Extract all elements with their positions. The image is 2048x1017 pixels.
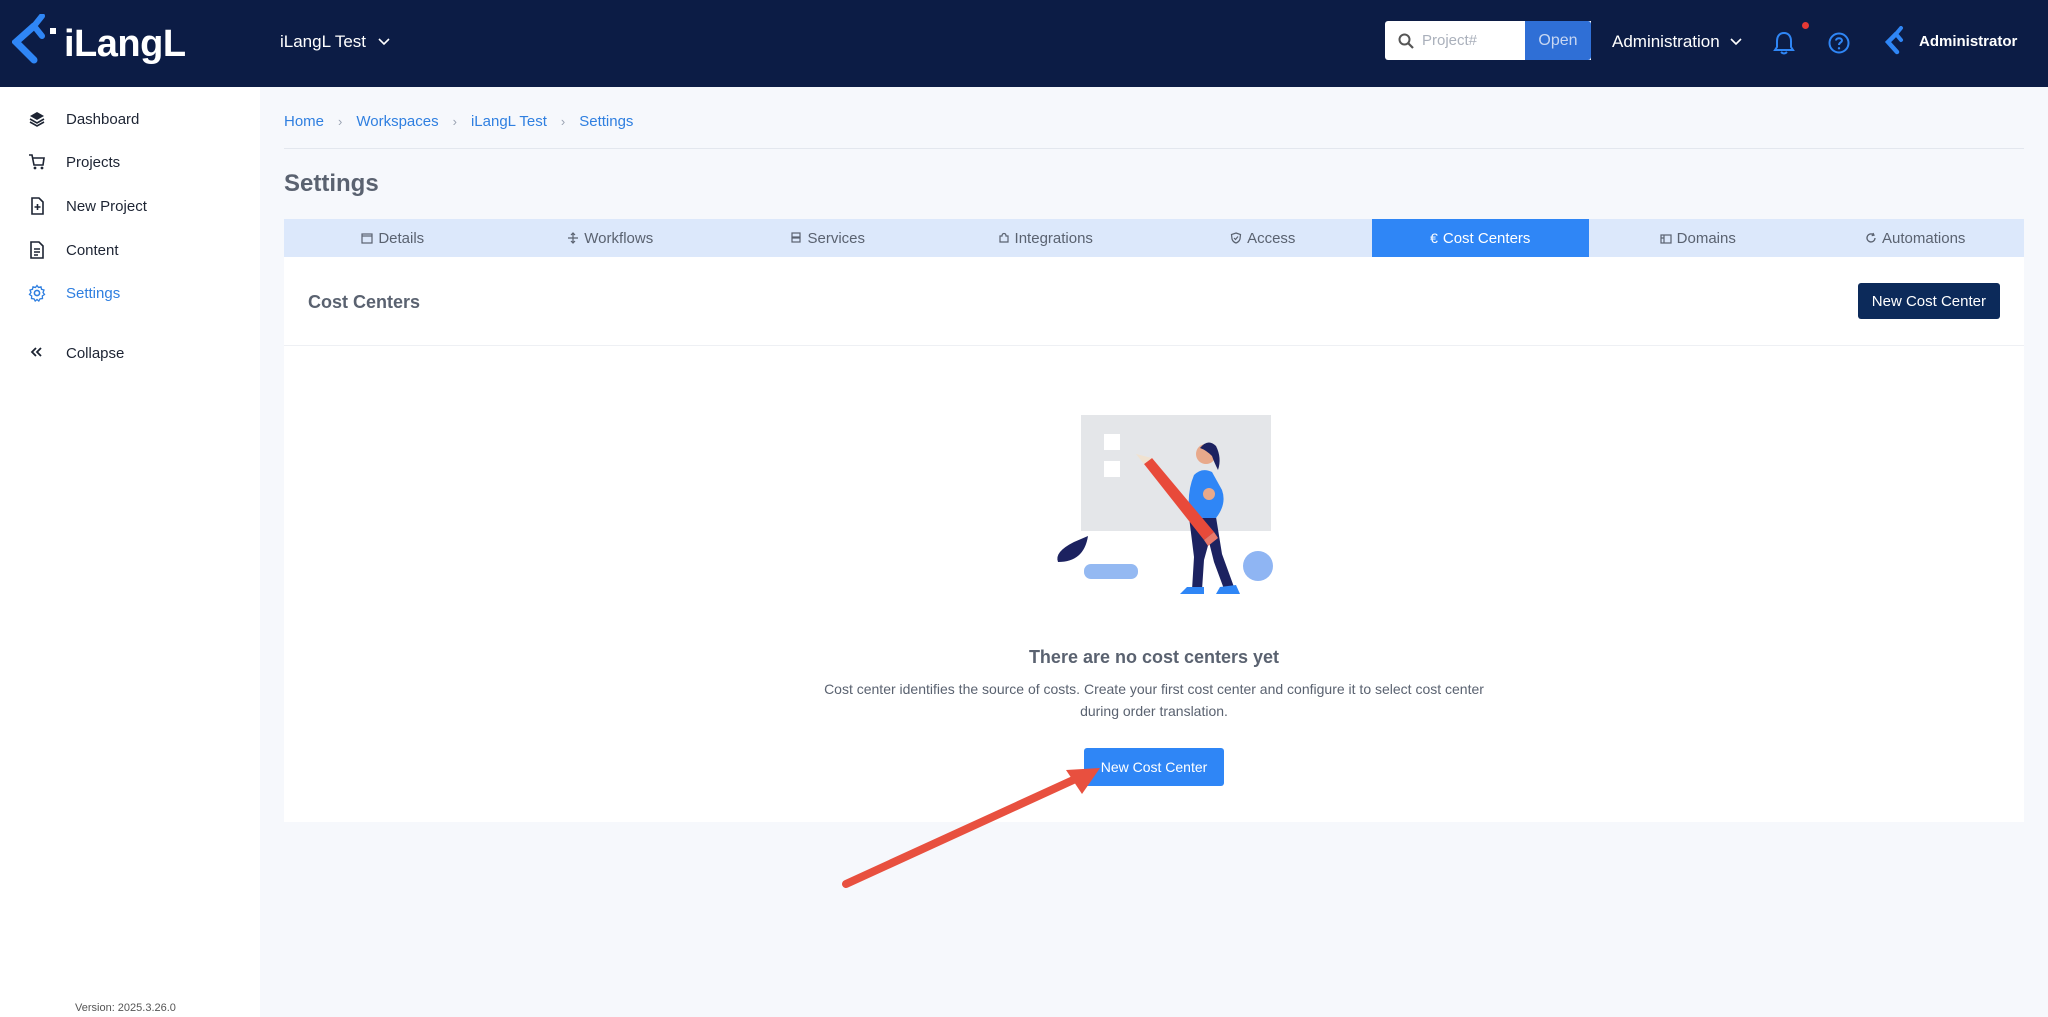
server-icon	[791, 232, 802, 243]
app-version: Version: 2025.3.26.0	[75, 1002, 176, 1014]
tab-integrations[interactable]: Integrations	[937, 219, 1155, 257]
breadcrumb: Home › Workspaces › iLangL Test › Settin…	[284, 113, 633, 130]
cost-centers-panel: Cost Centers New Cost Center There are n…	[284, 257, 2024, 822]
sidebar-item-projects[interactable]: Projects	[28, 153, 120, 171]
notification-badge	[1802, 22, 1809, 29]
sidebar-item-content[interactable]: Content	[28, 241, 119, 259]
sidebar-item-label: Settings	[66, 284, 121, 302]
sidebar-item-settings[interactable]: Settings	[28, 284, 120, 302]
tab-access[interactable]: Access	[1154, 219, 1372, 257]
avatar	[1885, 26, 1903, 55]
search-icon	[1398, 33, 1414, 49]
tab-label: Domains	[1676, 229, 1736, 247]
sidebar-item-label: Collapse	[66, 344, 125, 362]
annotation-arrow	[842, 768, 1100, 888]
tab-label: Workflows	[584, 229, 654, 247]
top-header: iLangL iLangL Test Open Administration A…	[0, 0, 2048, 87]
double-chevron-left-icon	[30, 347, 42, 357]
euro-icon: €	[1430, 230, 1438, 246]
tab-label: Details	[378, 229, 425, 247]
empty-state-description: Cost center identifies the source of cos…	[824, 681, 1484, 719]
workspace-name: iLangL Test	[280, 32, 367, 51]
settings-tabs: Details Workflows Services Integrations …	[284, 219, 2024, 257]
panel-divider	[284, 345, 2024, 346]
tab-details[interactable]: Details	[284, 219, 502, 257]
file-plus-icon	[31, 197, 44, 215]
documents-icon	[30, 241, 44, 259]
cart-icon	[29, 154, 45, 170]
breadcrumb-divider	[284, 148, 2024, 149]
bell-icon[interactable]	[1773, 31, 1795, 55]
chevron-right-icon: ›	[452, 114, 457, 129]
sidebar-collapse[interactable]: Collapse	[28, 344, 124, 362]
tab-domains[interactable]: Domains	[1589, 219, 1807, 257]
gear-icon	[28, 284, 46, 302]
logo-text: iLangL	[64, 22, 186, 65]
tab-label: Integrations	[1014, 229, 1093, 247]
tab-cost-centers[interactable]: € Cost Centers	[1371, 219, 1589, 257]
chevron-right-icon: ›	[560, 114, 566, 129]
chevron-down-icon	[1730, 38, 1742, 46]
sidebar-item-label: Content	[66, 241, 119, 259]
tab-label: Automations	[1882, 229, 1966, 247]
sidebar-item-new-project[interactable]: New Project	[28, 197, 147, 215]
tab-services[interactable]: Services	[719, 219, 937, 257]
chevron-down-icon	[378, 38, 390, 46]
details-icon	[361, 233, 373, 244]
sidebar-item-dashboard[interactable]: Dashboard	[28, 110, 139, 128]
breadcrumb-workspace[interactable]: iLangL Test	[471, 113, 547, 130]
sidebar: Dashboard Projects New Project Content S…	[0, 87, 260, 1017]
user-menu[interactable]: Administrator	[1885, 26, 2017, 56]
workflow-icon	[568, 232, 579, 244]
empty-state-title: There are no cost centers yet	[1028, 647, 1280, 667]
tab-label: Services	[807, 229, 866, 247]
refresh-icon	[1866, 232, 1876, 243]
tab-workflows[interactable]: Workflows	[502, 219, 720, 257]
logo[interactable]: iLangL	[12, 14, 186, 74]
panel-title: Cost Centers	[308, 292, 421, 312]
user-name: Administrator	[1919, 32, 2018, 50]
logo-icon	[12, 14, 56, 64]
workspace-selector[interactable]: iLangL Test	[280, 32, 390, 52]
puzzle-icon	[998, 232, 1009, 243]
chevron-right-icon: ›	[338, 114, 343, 129]
domains-icon	[1660, 234, 1672, 244]
sidebar-item-label: Dashboard	[66, 110, 140, 128]
administration-menu[interactable]: Administration	[1612, 32, 1742, 52]
tab-label: Access	[1247, 229, 1296, 247]
sidebar-item-label: Projects	[66, 153, 121, 171]
administration-label: Administration	[1612, 32, 1720, 51]
empty-state-illustration	[1057, 415, 1273, 594]
page-title: Settings	[284, 170, 379, 197]
new-cost-center-button-top[interactable]: New Cost Center	[1857, 283, 2000, 319]
sidebar-item-label: New Project	[66, 197, 147, 215]
tab-label: Cost Centers	[1442, 229, 1531, 247]
tab-automations[interactable]: Automations	[1807, 219, 2025, 257]
shield-icon	[1230, 232, 1242, 244]
breadcrumb-settings[interactable]: Settings	[579, 113, 633, 130]
layers-icon	[29, 112, 45, 127]
breadcrumb-home[interactable]: Home	[284, 113, 324, 130]
help-icon[interactable]	[1828, 32, 1850, 54]
open-project-button[interactable]: Open	[1525, 21, 1591, 60]
breadcrumb-workspaces[interactable]: Workspaces	[356, 113, 438, 130]
